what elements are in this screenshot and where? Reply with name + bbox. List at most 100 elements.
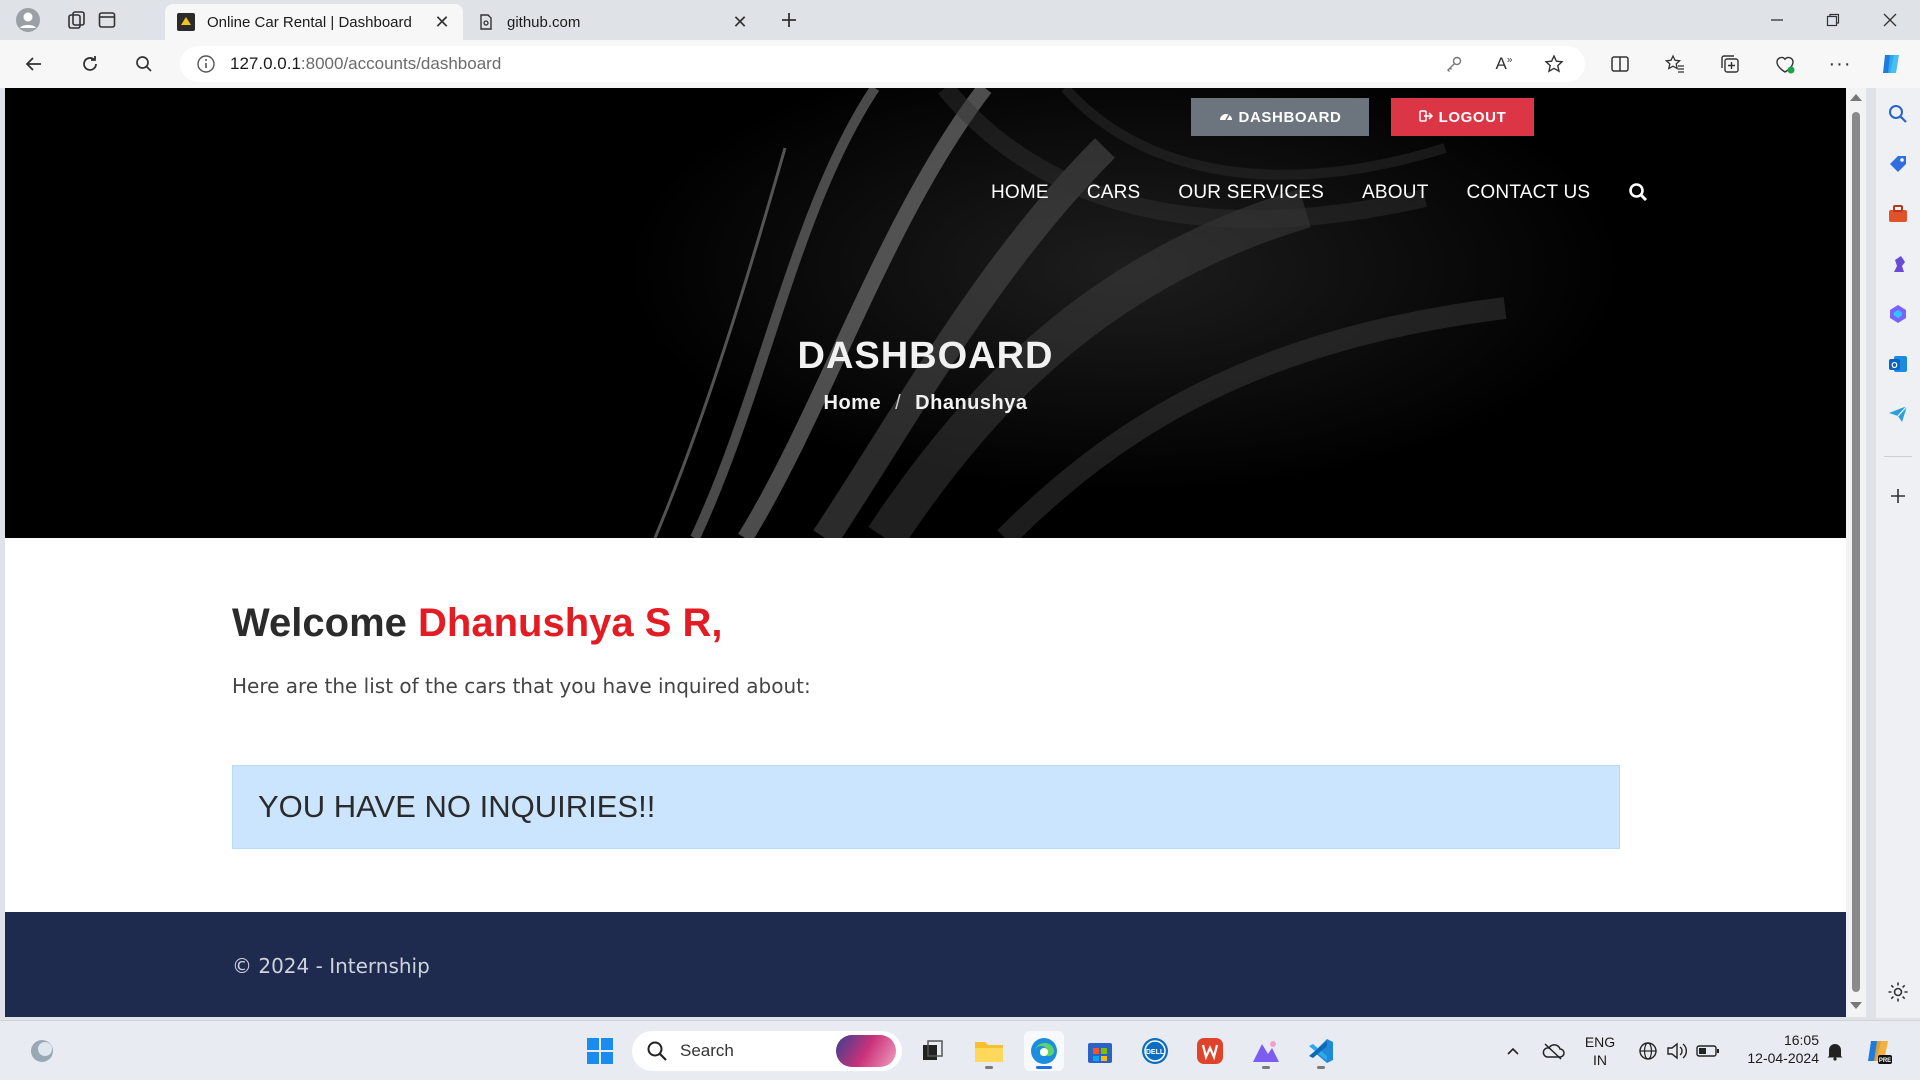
clock-time: 16:05 (1783, 1032, 1819, 1048)
windows-taskbar: Search DELL ENG IN 16:05 12-04-2024 PRE (0, 1020, 1920, 1080)
language-code: ENG (1584, 1034, 1616, 1050)
vertical-tabs-icon[interactable] (93, 6, 121, 34)
page-title: DASHBOARD (797, 335, 1054, 377)
password-key-icon[interactable] (1440, 50, 1468, 78)
address-bar-row: 127.0.0.1:8000/accounts/dashboard A» ··· (0, 40, 1920, 88)
logout-button[interactable]: LOGOUT (1391, 98, 1534, 136)
taskbar-search-box[interactable]: Search (632, 1031, 902, 1071)
scroll-thumb[interactable] (1852, 112, 1860, 992)
start-windows-icon[interactable] (580, 1031, 620, 1071)
footer-copyright: © 2024 - Internship (232, 954, 430, 978)
hero-banner: DASHBOARD LOGOUT HOME CARS OUR SERVICES … (5, 88, 1846, 538)
welcome-prefix: Welcome (232, 601, 407, 645)
send-telegram-icon[interactable] (1886, 402, 1910, 426)
copilot-taskbar-icon[interactable]: PRE (1859, 1031, 1899, 1071)
microsoft-365-icon[interactable] (1886, 302, 1910, 326)
add-sidebar-app-icon[interactable] (1886, 484, 1910, 508)
games-chess-icon[interactable] (1886, 252, 1910, 276)
sign-out-icon (1418, 109, 1433, 125)
tab-github[interactable]: github.com ✕ (465, 4, 761, 40)
wps-office-icon[interactable] (1190, 1031, 1230, 1071)
copilot-icon[interactable] (1878, 50, 1906, 78)
tab-dashboard[interactable]: Online Car Rental | Dashboard ✕ (165, 4, 463, 40)
more-options-icon[interactable]: ··· (1826, 50, 1854, 78)
back-icon[interactable] (20, 50, 48, 78)
search-highlight-image (836, 1035, 896, 1067)
main-nav: HOME CARS OUR SERVICES ABOUT CONTACT US (991, 182, 1650, 204)
url-host: 127.0.0.1 (230, 54, 301, 73)
site-info-icon[interactable] (196, 54, 216, 74)
designer-app-icon[interactable] (1246, 1031, 1286, 1071)
weather-widget-icon[interactable] (22, 1031, 62, 1071)
sidebar-settings-icon[interactable] (1886, 980, 1910, 1004)
page-scrollbar[interactable] (1846, 88, 1866, 1017)
file-explorer-icon[interactable] (969, 1031, 1009, 1071)
clock[interactable]: 16:05 12-04-2024 (1733, 1031, 1819, 1067)
page-icon (477, 13, 495, 31)
nav-search-icon[interactable] (1628, 182, 1650, 204)
close-window-icon[interactable] (1876, 6, 1904, 34)
url-input[interactable]: 127.0.0.1:8000/accounts/dashboard (180, 46, 1585, 82)
read-aloud-icon[interactable]: A» (1490, 50, 1518, 78)
breadcrumb-home-link[interactable]: Home (824, 392, 882, 414)
favorites-icon[interactable] (1661, 50, 1689, 78)
profile-icon[interactable] (14, 6, 42, 34)
sidebar-divider (1884, 456, 1912, 457)
svg-text:PRE: PRE (1879, 1058, 1891, 1064)
vscode-icon[interactable] (1301, 1031, 1341, 1071)
onedrive-offline-icon[interactable] (1533, 1031, 1573, 1071)
svg-text:DELL: DELL (1146, 1049, 1165, 1056)
collections-icon[interactable] (1716, 50, 1744, 78)
user-name: Dhanushya S R, (418, 601, 723, 645)
search-icon[interactable] (130, 50, 158, 78)
shopping-tag-icon[interactable] (1886, 152, 1910, 176)
scroll-down-arrow-icon[interactable] (1850, 1002, 1862, 1009)
outlook-icon[interactable]: O (1886, 352, 1910, 376)
running-indicator (1317, 1066, 1325, 1069)
edge-browser-icon[interactable] (1024, 1031, 1064, 1071)
no-inquiries-alert: YOU HAVE NO INQUIRIES!! (232, 765, 1620, 849)
browser-essentials-icon[interactable] (1771, 50, 1799, 78)
clock-date: 12-04-2024 (1747, 1050, 1819, 1066)
task-view-icon[interactable] (913, 1031, 953, 1071)
split-screen-icon[interactable] (1606, 50, 1634, 78)
region-code: IN (1593, 1052, 1607, 1068)
taskbar-search-icon (646, 1040, 668, 1062)
microsoft-store-icon[interactable] (1080, 1031, 1120, 1071)
close-tab-icon[interactable]: ✕ (433, 12, 451, 33)
favorite-star-icon[interactable] (1540, 50, 1568, 78)
tools-briefcase-icon[interactable] (1886, 202, 1910, 226)
gauge-icon (1219, 110, 1233, 125)
notification-bell-icon[interactable] (1815, 1031, 1855, 1071)
nav-cars[interactable]: CARS (1087, 182, 1141, 204)
nav-our-services[interactable]: OUR SERVICES (1178, 182, 1324, 204)
scroll-up-arrow-icon[interactable] (1850, 94, 1862, 101)
tab-title: Online Car Rental | Dashboard (207, 13, 412, 31)
edge-sidebar: O (1876, 88, 1920, 1018)
breadcrumb-current: Dhanushya (915, 392, 1028, 414)
breadcrumb-separator: / (895, 392, 902, 414)
language-indicator[interactable]: ENG IN (1578, 1033, 1622, 1069)
close-tab-icon[interactable]: ✕ (731, 12, 749, 33)
minimize-icon[interactable] (1763, 6, 1791, 34)
workspaces-icon[interactable] (63, 6, 91, 34)
svg-text:O: O (1891, 361, 1897, 370)
refresh-icon[interactable] (76, 50, 104, 78)
url-path: :8000/accounts/dashboard (300, 54, 502, 73)
welcome-heading: Welcome Dhanushya S R, (232, 601, 723, 646)
restore-icon[interactable] (1819, 6, 1847, 34)
sidebar-search-icon[interactable] (1886, 102, 1910, 126)
tab-title: github.com (507, 13, 581, 31)
breadcrumb: Home / Dhanushya (5, 392, 1846, 415)
active-indicator (1036, 1066, 1052, 1069)
show-hidden-icons-chevron-icon[interactable] (1493, 1031, 1533, 1071)
dashboard-button[interactable]: DASHBOARD (1191, 98, 1369, 136)
nav-home[interactable]: HOME (991, 182, 1049, 204)
page-viewport: DASHBOARD LOGOUT HOME CARS OUR SERVICES … (5, 88, 1846, 1017)
nav-contact-us[interactable]: CONTACT US (1467, 182, 1591, 204)
dell-icon[interactable]: DELL (1135, 1031, 1175, 1071)
new-tab-icon[interactable] (775, 6, 803, 34)
nav-about[interactable]: ABOUT (1362, 182, 1428, 204)
footer: © 2024 - Internship (5, 912, 1846, 1017)
battery-icon[interactable] (1688, 1031, 1728, 1071)
